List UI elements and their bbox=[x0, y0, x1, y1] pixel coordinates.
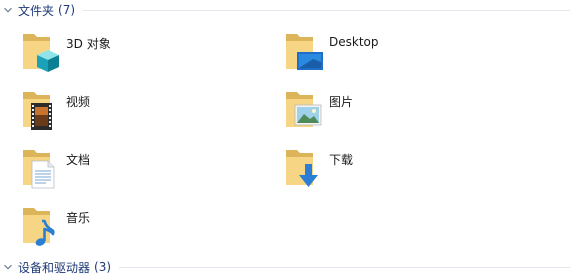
folder-item-pictures[interactable]: 图片 bbox=[283, 86, 353, 132]
desktop-folder-icon bbox=[283, 28, 323, 74]
group-count: (7) bbox=[58, 3, 76, 17]
folder-label: Desktop bbox=[329, 35, 379, 49]
group-header-folders[interactable]: 文件夹 (7) bbox=[0, 1, 574, 19]
group-title: 设备和驱动器 bbox=[18, 260, 91, 275]
pictures-folder-icon bbox=[283, 86, 323, 132]
folder-label: 文档 bbox=[66, 153, 91, 167]
3d-objects-icon bbox=[20, 28, 60, 74]
folder-label: 图片 bbox=[329, 95, 354, 109]
folder-item-desktop[interactable]: Desktop bbox=[283, 28, 379, 74]
music-folder-icon bbox=[20, 202, 60, 248]
group-count: (3) bbox=[94, 260, 112, 274]
folder-item-3d-objects[interactable]: 3D 对象 bbox=[20, 28, 111, 74]
file-explorer-view: 文件夹 (7) 3D 对象 Desktop 视频 图片 文档 下载 音乐 设备和… bbox=[0, 0, 574, 277]
folder-item-videos[interactable]: 视频 bbox=[20, 86, 90, 132]
chevron-down-icon[interactable] bbox=[3, 262, 13, 272]
folder-label: 视频 bbox=[66, 95, 91, 109]
folder-label: 3D 对象 bbox=[66, 37, 111, 51]
group-divider bbox=[119, 266, 570, 268]
folder-label: 音乐 bbox=[66, 211, 91, 225]
folder-label: 下载 bbox=[329, 153, 354, 167]
group-title: 文件夹 bbox=[18, 3, 55, 18]
documents-folder-icon bbox=[20, 144, 60, 190]
chevron-down-icon[interactable] bbox=[3, 5, 13, 15]
folder-item-documents[interactable]: 文档 bbox=[20, 144, 90, 190]
folder-item-downloads[interactable]: 下载 bbox=[283, 144, 353, 190]
group-header-devices[interactable]: 设备和驱动器 (3) bbox=[0, 258, 574, 276]
group-divider bbox=[83, 9, 570, 11]
folder-item-music[interactable]: 音乐 bbox=[20, 202, 90, 248]
downloads-folder-icon bbox=[283, 144, 323, 190]
videos-folder-icon bbox=[20, 86, 60, 132]
